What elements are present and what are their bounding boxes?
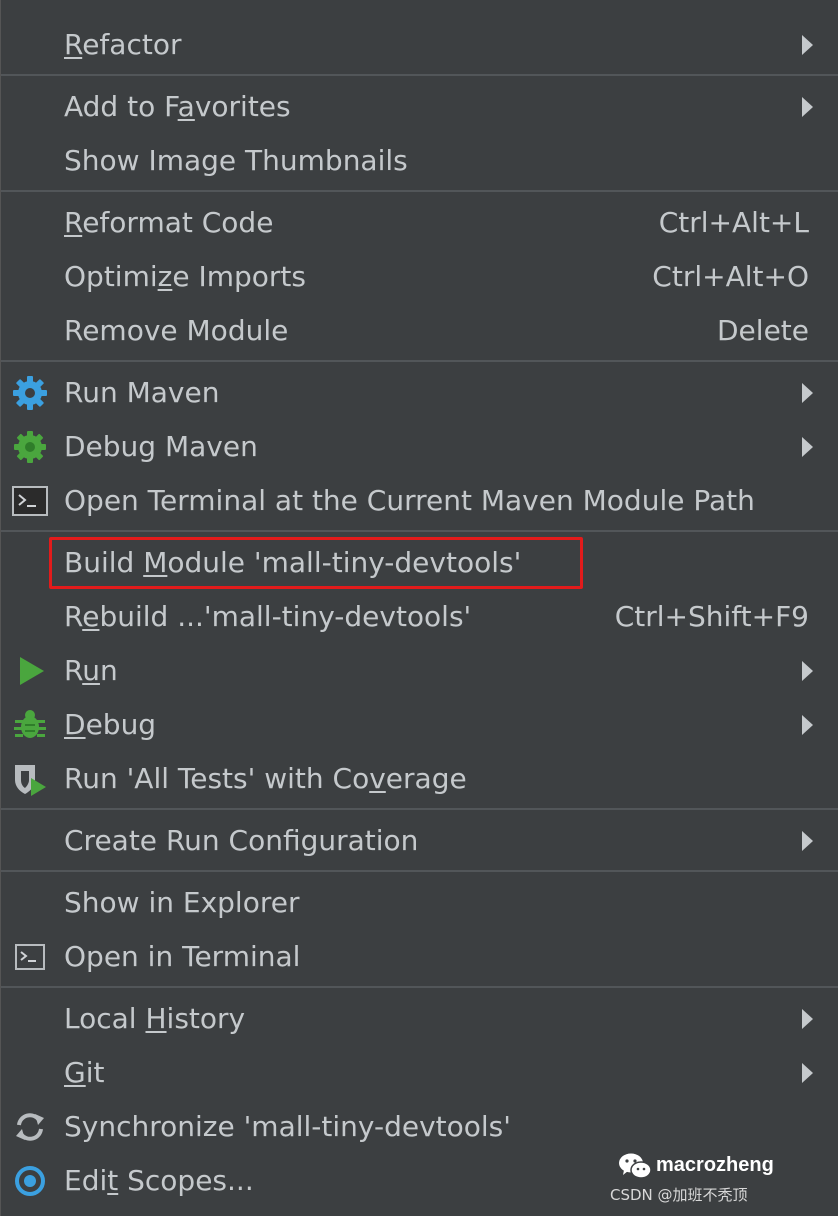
menu-item-label: Show in Explorer [64, 886, 300, 919]
highlight-box [49, 537, 583, 589]
menu-item-open-in-terminal[interactable]: Open in Terminal [1, 930, 838, 984]
menu-item-synchronize[interactable]: Synchronize 'mall-tiny-devtools' [1, 1100, 838, 1154]
submenu-arrow-icon [802, 1063, 813, 1083]
context-menu: Refactor Add to Favorites Show Image Thu… [0, 0, 838, 1216]
run-icon [11, 653, 49, 689]
menu-item-shortcut: Ctrl+Alt+O [652, 260, 809, 293]
menu-item-rebuild[interactable]: Rebuild ...'mall-tiny-devtools' Ctrl+Shi… [1, 590, 838, 644]
menu-item-debug[interactable]: Debug [1, 698, 838, 752]
submenu-arrow-icon [802, 661, 813, 681]
menu-item-label: Edit Scopes... [64, 1164, 254, 1197]
menu-item-debug-maven[interactable]: Debug Maven [1, 420, 838, 474]
menu-item-label: Rebuild ...'mall-tiny-devtools' [64, 600, 472, 633]
menu-item-shortcut: Ctrl+Alt+L [658, 206, 809, 239]
watermark-name: macrozheng [656, 1154, 774, 1176]
menu-item-label: Debug Maven [64, 430, 258, 463]
watermark: macrozheng CSDN @加班不秃顶 [610, 1150, 820, 1210]
menu-separator [1, 870, 838, 872]
menu-item-label: Optimize Imports [64, 260, 306, 293]
terminal-icon [11, 483, 49, 519]
menu-item-label: Show Image Thumbnails [64, 144, 408, 177]
submenu-arrow-icon [802, 35, 813, 55]
menu-item-run[interactable]: Run [1, 644, 838, 698]
submenu-arrow-icon [802, 437, 813, 457]
coverage-icon [11, 761, 49, 797]
menu-item-run-maven[interactable]: Run Maven [1, 366, 838, 420]
submenu-arrow-icon [802, 831, 813, 851]
menu-item-local-history[interactable]: Local History [1, 992, 838, 1046]
menu-separator [1, 360, 838, 362]
menu-item-label: Open Terminal at the Current Maven Modul… [64, 484, 755, 517]
bug-icon [11, 707, 49, 743]
submenu-arrow-icon [802, 1009, 813, 1029]
menu-item-create-run-configuration[interactable]: Create Run Configuration [1, 814, 838, 868]
submenu-arrow-icon [802, 97, 813, 117]
menu-item-label: Git [64, 1056, 105, 1089]
terminal-icon [11, 939, 49, 975]
menu-item-label: Run [64, 654, 118, 687]
menu-item-show-image-thumbnails[interactable]: Show Image Thumbnails [1, 134, 838, 188]
menu-separator [1, 530, 838, 532]
menu-item-refactor[interactable]: Refactor [1, 18, 838, 72]
menu-item-open-terminal-maven-path[interactable]: Open Terminal at the Current Maven Modul… [1, 474, 838, 528]
menu-separator [1, 986, 838, 988]
menu-item-label: Reformat Code [64, 206, 274, 239]
menu-item-label: Run 'All Tests' with Coverage [64, 762, 467, 795]
menu-separator [1, 74, 838, 76]
menu-item-show-in-explorer[interactable]: Show in Explorer [1, 876, 838, 930]
menu-item-label: Open in Terminal [64, 940, 301, 973]
menu-item-label: Refactor [64, 28, 182, 61]
menu-item-reformat-code[interactable]: Reformat Code Ctrl+Alt+L [1, 196, 838, 250]
menu-item-label: Run Maven [64, 376, 220, 409]
menu-item-label: Debug [64, 708, 157, 741]
menu-item-label: Add to Favorites [64, 90, 291, 123]
submenu-arrow-icon [802, 715, 813, 735]
menu-item-label: Create Run Configuration [64, 824, 419, 857]
menu-item-remove-module[interactable]: Remove Module Delete [1, 304, 838, 358]
menu-item-label: Local History [64, 1002, 246, 1035]
menu-item-shortcut: Ctrl+Shift+F9 [614, 600, 809, 633]
menu-item-git[interactable]: Git [1, 1046, 838, 1100]
menu-item-add-to-favorites[interactable]: Add to Favorites [1, 80, 838, 134]
menu-separator [1, 190, 838, 192]
menu-item-label: Remove Module [64, 314, 289, 347]
scope-icon [11, 1163, 49, 1199]
menu-item-shortcut: Delete [717, 314, 809, 347]
menu-separator [1, 808, 838, 810]
sync-icon [11, 1109, 49, 1145]
wechat-logo-icon [618, 1152, 652, 1180]
submenu-arrow-icon [802, 383, 813, 403]
menu-item-optimize-imports[interactable]: Optimize Imports Ctrl+Alt+O [1, 250, 838, 304]
watermark-subtitle: CSDN @加班不秃顶 [610, 1186, 748, 1204]
menu-item-label: Synchronize 'mall-tiny-devtools' [64, 1110, 511, 1143]
debug-maven-icon [11, 429, 49, 465]
menu-item-run-with-coverage[interactable]: Run 'All Tests' with Coverage [1, 752, 838, 806]
gear-icon [11, 375, 49, 411]
